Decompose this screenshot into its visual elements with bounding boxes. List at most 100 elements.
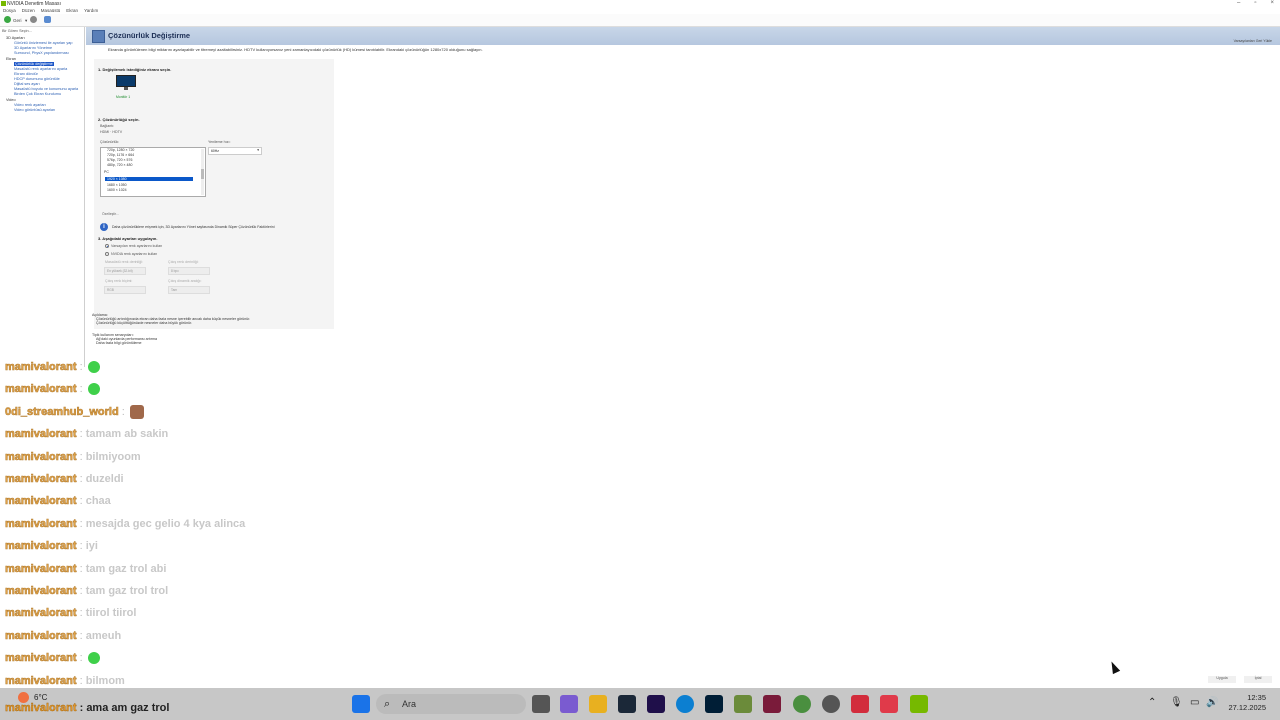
clock-date: 27.12.2025 xyxy=(1228,703,1266,712)
network-icon[interactable]: ▭ xyxy=(1190,697,1199,708)
chat-text: chaa xyxy=(85,495,111,507)
chat-message: mamivalorant : chaa xyxy=(5,495,111,508)
taskbar: 6°C mamivalorant : ama am gaz trol ⌕ Ara… xyxy=(0,688,1280,720)
step1-heading: 1. Değiştirmek istediğiniz ekranı seçin. xyxy=(98,67,172,72)
forward-icon[interactable] xyxy=(30,16,37,23)
resolution-list[interactable]: 720p, 1280 × 720 720p, 1176 × 664 576p, … xyxy=(100,147,206,197)
resolution-option[interactable]: 720p, 1176 × 664 xyxy=(107,153,134,157)
chat-username: mamivalorant xyxy=(5,428,77,441)
chat-username: mamivalorant xyxy=(5,383,77,396)
chat-text: duzeldi xyxy=(85,473,124,485)
chevron-down-icon: ▾ xyxy=(257,148,259,152)
radio-nvidia-colors[interactable] xyxy=(105,252,109,256)
tree-item-video-image[interactable]: Video görüntüsü ayarları xyxy=(14,108,55,112)
output-format-label: Çıkış renk biçimi: xyxy=(105,279,133,283)
back-label[interactable]: Geri xyxy=(13,18,22,23)
resolution-option-selected[interactable]: 1920 × 1080 xyxy=(105,177,193,181)
tree-cat-3d[interactable]: 3D Ayarları xyxy=(6,36,25,40)
resolution-option[interactable]: 1600 × 1024 xyxy=(107,188,127,192)
minimize-button[interactable]: – xyxy=(1237,0,1240,6)
weather-temp[interactable]: 6°C xyxy=(34,693,47,702)
tree-item-audio[interactable]: Dijital ses ayarı xyxy=(14,82,40,86)
copilot-icon[interactable] xyxy=(560,695,578,713)
start-icon[interactable] xyxy=(352,695,370,713)
chat-text: tam gaz trol trol xyxy=(85,585,169,597)
restore-defaults-link[interactable]: Varsayılanları Geri Yükle xyxy=(1234,39,1272,43)
photoshop-icon[interactable] xyxy=(705,695,723,713)
intro-text: Ekranda görüntülenen bilgi miktarını aya… xyxy=(108,47,483,52)
customize-button[interactable]: Özelleştir... xyxy=(102,212,132,218)
resolution-option[interactable]: 720p, 1280 × 720 xyxy=(107,148,134,152)
apply-button[interactable]: Uygula xyxy=(1208,676,1236,683)
chat-text: bilmiyoom xyxy=(85,451,141,463)
refresh-rate-select[interactable]: 60Hz ▾ xyxy=(208,147,262,155)
search-icon: ⌕ xyxy=(384,698,391,710)
tree-item-size[interactable]: Masaüstü boyutu ve konumunu ayarla xyxy=(14,87,78,91)
nvidia-taskbar-icon[interactable] xyxy=(910,695,928,713)
obs-icon[interactable] xyxy=(822,695,840,713)
chat-username: mamivalorant xyxy=(5,675,77,688)
resolution-scrollbar[interactable] xyxy=(201,149,204,195)
tree-item-multi-display[interactable]: Birden Çok Ekran Kurulumu xyxy=(14,92,61,96)
back-dropdown-icon[interactable]: ▾ xyxy=(25,18,27,24)
close-button[interactable]: × xyxy=(1270,0,1274,6)
chat-message: 0di_streamhub_world : xyxy=(5,405,144,419)
window-titlebar: NVIDIA Denetim Masası – ▫ × xyxy=(0,0,1280,8)
tree-cat-display[interactable]: Ekran xyxy=(6,57,16,61)
back-icon[interactable] xyxy=(4,16,11,23)
radio-default-label: Varsayılan renk ayarlarını kullan xyxy=(111,244,163,248)
resolution-option[interactable]: 480p, 720 × 480 xyxy=(107,163,132,167)
output-depth-label: Çıkış renk derinliği: xyxy=(168,260,199,264)
valorant-icon[interactable] xyxy=(880,695,898,713)
tree-item-video-color[interactable]: Video renk ayarları xyxy=(14,103,46,107)
tree-item-surround[interactable]: Surround, PhysX yapılandırması xyxy=(14,51,69,55)
chat-message: mamivalorant : bilmom xyxy=(5,675,125,688)
chat-username: 0di_streamhub_world xyxy=(5,405,119,419)
app-red-icon[interactable] xyxy=(851,695,869,713)
chat-username: mamivalorant xyxy=(5,652,77,665)
steam-icon[interactable] xyxy=(618,695,636,713)
color-depth-select: En yüksek (32-bit) xyxy=(104,267,146,275)
color-depth-label: Masaüstü renk derinliği: xyxy=(105,260,143,264)
connection-value: HDMI · HDTV xyxy=(100,130,123,134)
clock[interactable]: 12:35 27.12.2025 xyxy=(1228,693,1266,713)
tree-item-manage-3d[interactable]: 3D Ayarlarını Yönetme xyxy=(14,46,52,50)
microphone-icon[interactable]: 🎙 xyxy=(1170,697,1183,708)
taskbar-search[interactable]: ⌕ Ara xyxy=(376,694,526,714)
edge-icon[interactable] xyxy=(676,695,694,713)
chat-message: mamivalorant : ameuh xyxy=(5,630,122,643)
file-explorer-icon[interactable] xyxy=(589,695,607,713)
tree-item-color[interactable]: Masaüstü renk ayarlarını ayarla xyxy=(14,67,67,71)
chrome-icon[interactable] xyxy=(793,695,811,713)
emote-icon xyxy=(87,652,100,665)
page-banner: Çözünürlük Değiştirme Varsayılanları Ger… xyxy=(86,27,1280,45)
tree-cat-video[interactable]: Video xyxy=(6,98,16,102)
chat-username: mamivalorant xyxy=(5,361,77,374)
chat-username: mamivalorant xyxy=(5,495,77,508)
cancel-button[interactable]: İptal xyxy=(1244,676,1272,683)
resolution-option[interactable]: 576p, 720 × 576 xyxy=(107,158,132,162)
tree-item-rotate[interactable]: Ekranı döndür xyxy=(14,72,38,76)
home-icon[interactable] xyxy=(44,16,51,23)
resolution-option[interactable]: 1680 × 1050 xyxy=(107,183,127,187)
chat-username: mamivalorant xyxy=(5,540,77,553)
tree-item-hdcp[interactable]: HDCP durumunu görüntüle xyxy=(14,77,60,81)
emote-icon xyxy=(87,361,100,374)
chat-message: mamivalorant : iyi xyxy=(5,540,98,553)
task-view-icon[interactable] xyxy=(532,695,550,713)
tree-item-change-resolution[interactable]: Çözünürlük değiştirme xyxy=(14,62,54,66)
clock-time: 12:35 xyxy=(1247,693,1266,702)
volume-icon[interactable]: 🔊 xyxy=(1206,697,1218,708)
radio-default-colors[interactable] xyxy=(105,244,109,248)
chat-latest-user: mamivalorant xyxy=(5,702,77,714)
tree-item-preview[interactable]: Görüntü önizlemesi ile ayarları yap xyxy=(14,41,72,45)
maximize-button[interactable]: ▫ xyxy=(1254,0,1256,6)
minecraft-icon[interactable] xyxy=(734,695,752,713)
output-format-select: RGB xyxy=(104,286,146,294)
after-effects-icon[interactable] xyxy=(647,695,665,713)
chat-message: mamivalorant : mesajda gec gelio 4 kya a… xyxy=(5,518,246,531)
tray-chevron-up-icon[interactable]: ⌃ xyxy=(1148,697,1156,708)
step3-heading: 3. Aşağıdaki ayarları uygulayın. xyxy=(98,236,158,241)
vegas-icon[interactable] xyxy=(763,695,781,713)
monitor-icon[interactable] xyxy=(116,75,136,91)
